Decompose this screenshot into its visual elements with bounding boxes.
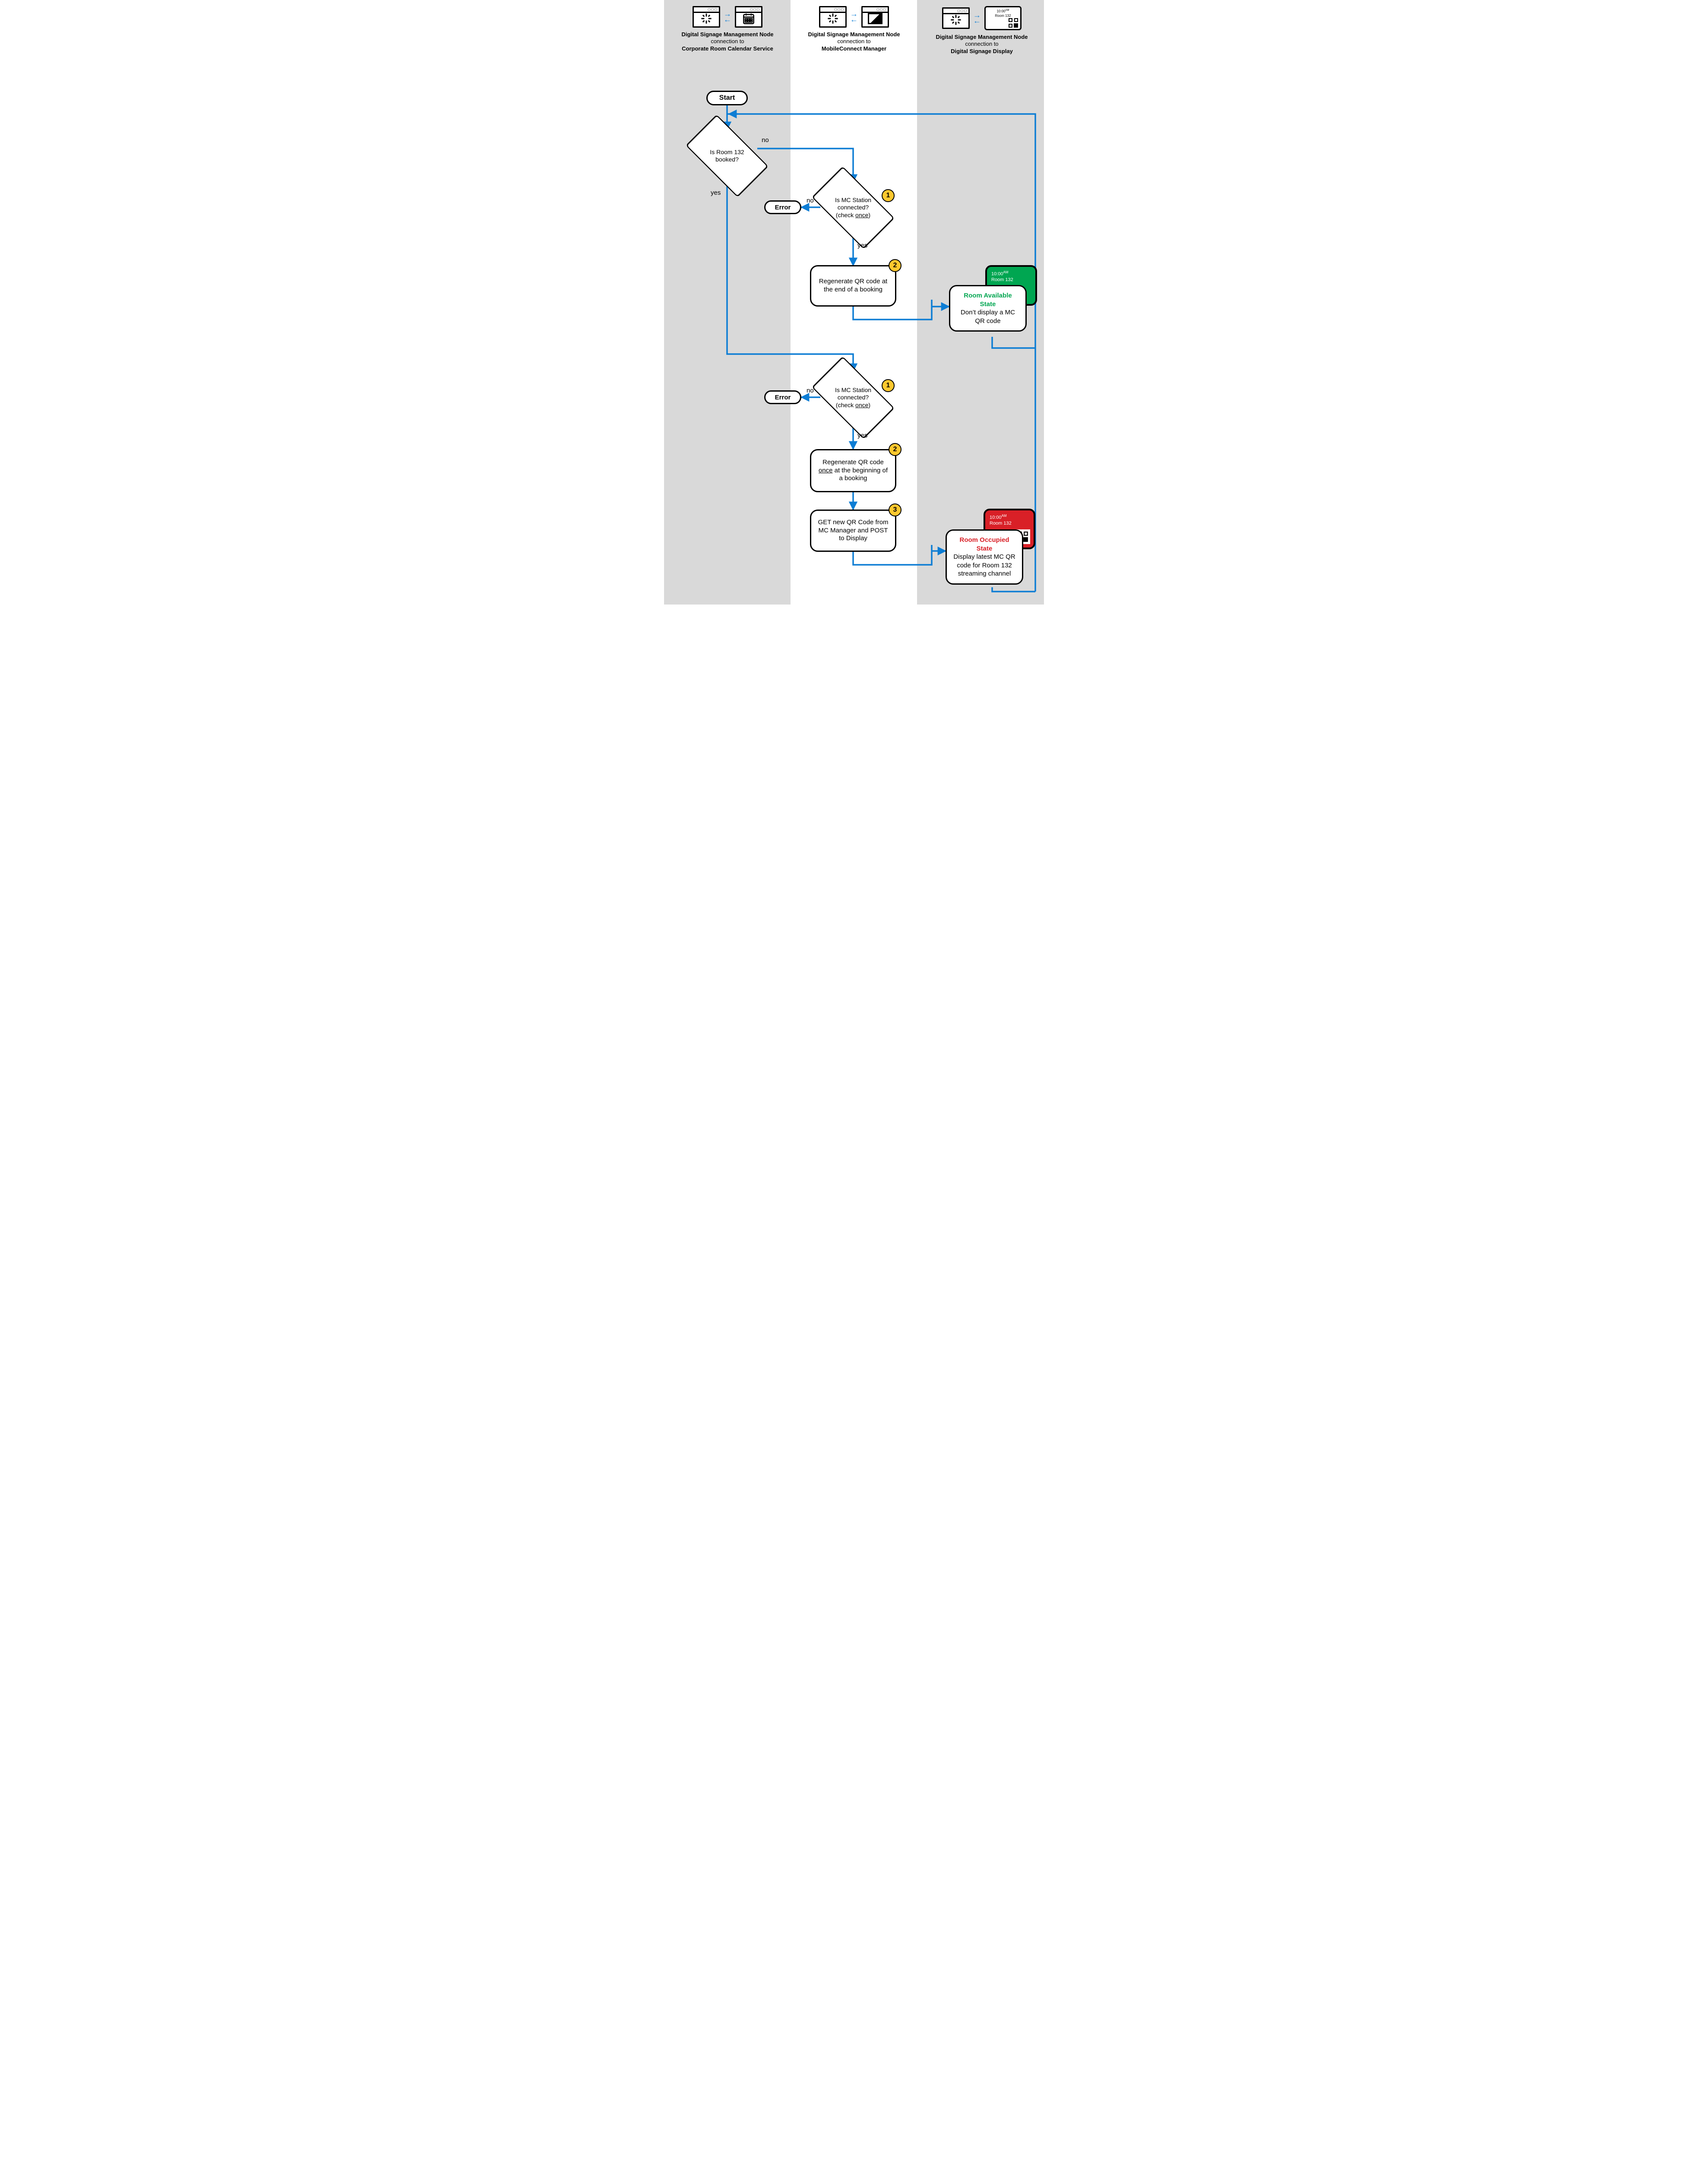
edge-label-no: no [762, 136, 769, 144]
state-card-occupied: Room Occupied State Display latest MC QR… [946, 529, 1023, 585]
decision-mc-connected-2: Is MC Station connected? (check once) [816, 370, 890, 426]
badge-number: 1 [886, 382, 890, 389]
screen-room: Room 132 [991, 277, 1013, 282]
sync-arrows-icon: →← [849, 11, 859, 22]
line-underline: once [855, 402, 868, 408]
terminator-error: Error [764, 200, 801, 214]
line: (check [836, 212, 855, 218]
header-line: connection to [711, 38, 744, 44]
screen-time-suffix: AM [1006, 9, 1009, 12]
edge-label-yes: yes [857, 432, 867, 439]
display-preview-icon: 10:00AM Room 132 [984, 6, 1022, 30]
process-get-post: GET new QR Code from MC Manager and POST… [810, 510, 896, 552]
badge-number: 2 [893, 262, 897, 269]
header-line: connection to [837, 38, 870, 44]
header-line: Digital Signage Management Node [936, 34, 1028, 40]
qr-icon [1008, 18, 1018, 28]
diagram-page: ▢▢▢ →← ▢▢▢ Digital Signage Management No… [664, 0, 1044, 605]
badge-number: 1 [886, 192, 890, 199]
badge-number: 2 [893, 446, 897, 453]
node-icon [949, 13, 963, 26]
screen-time-suffix: AM [1002, 514, 1007, 518]
window-icon: ▢▢▢ [861, 6, 889, 28]
sennheiser-icon [868, 13, 882, 24]
header-caption: Digital Signage Management Node connecti… [930, 34, 1034, 55]
node-icon [826, 12, 840, 25]
header-line: Digital Signage Management Node [808, 31, 900, 38]
decision-mc-connected-1: Is MC Station connected? (check once) [816, 180, 890, 236]
terminator-error: Error [764, 390, 801, 404]
header-line: MobileConnect Manager [822, 45, 886, 52]
state-title: Room Occupied State [953, 536, 1016, 553]
line: (check [836, 402, 855, 408]
state-title: Room Available State [956, 291, 1019, 308]
step-badge-1: 1 [882, 379, 895, 392]
line-underline: once [855, 212, 868, 218]
line: Is MC Station [835, 386, 871, 393]
calendar-icon [741, 12, 756, 25]
state-body: Display latest MC QR code for Room 132 s… [953, 553, 1016, 578]
screen-room: Room 132 [990, 521, 1012, 526]
step-badge-3: 3 [889, 503, 901, 516]
process-regen-begin: Regenerate QR code once at the beginning… [810, 449, 896, 492]
header-caption: Digital Signage Management Node connecti… [679, 31, 776, 52]
window-icon: ▢▢▢ [819, 6, 847, 28]
header-line: Digital Signage Display [951, 48, 1013, 54]
header-line: Digital Signage Management Node [681, 31, 773, 38]
process-text: Regenerate QR code once at the beginning… [817, 459, 889, 483]
terminator-label: Start [719, 94, 735, 102]
window-icon: ▢▢▢ [735, 6, 762, 28]
screen-time: 10:00 [990, 515, 1002, 520]
decision-text: Is MC Station connected? (check once) [816, 180, 890, 236]
line: ) [868, 212, 870, 218]
screen-time: 10:00 [991, 272, 1003, 277]
badge-number: 3 [893, 506, 897, 514]
edge-label-yes: yes [711, 189, 721, 196]
step-badge-2: 2 [889, 259, 901, 272]
header-card-manager: ▢▢▢ →← ▢▢▢ Digital Signage Management No… [805, 6, 903, 52]
state-body: Don’t display a MC QR code [956, 308, 1019, 325]
process-text: Regenerate QR code at the end of a booki… [817, 278, 889, 294]
line: connected? [838, 204, 869, 211]
header-card-display: ▢▢▢ →← 10:00AM Room 132 Digital Signage … [930, 6, 1034, 55]
decision-text: Is MC Station connected? (check once) [816, 370, 890, 426]
line: ) [868, 402, 870, 408]
line: connected? [838, 394, 869, 401]
edge-label-no: no [807, 387, 814, 394]
header-caption: Digital Signage Management Node connecti… [805, 31, 903, 52]
node-icon [699, 12, 714, 25]
process-regen-end: Regenerate QR code at the end of a booki… [810, 265, 896, 307]
header-card-calendar: ▢▢▢ →← ▢▢▢ Digital Signage Management No… [679, 6, 776, 52]
sync-arrows-icon: →← [723, 11, 732, 22]
line: Is MC Station [835, 196, 871, 203]
screen-time-suffix: AM [1003, 270, 1009, 274]
step-badge-1: 1 [882, 189, 895, 202]
decision-room-booked: Is Room 132 booked? [690, 128, 764, 184]
screen-time: 10:00 [996, 9, 1005, 13]
process-text: GET new QR Code from MC Manager and POST… [817, 519, 889, 543]
terminator-start: Start [706, 91, 748, 105]
edge-label-yes: yes [857, 242, 867, 249]
step-badge-2: 2 [889, 443, 901, 456]
window-icon: ▢▢▢ [693, 6, 720, 28]
terminator-label: Error [775, 394, 791, 401]
header-line: Corporate Room Calendar Service [682, 45, 773, 52]
sync-arrows-icon: →← [972, 13, 982, 24]
edge-label-no: no [807, 197, 814, 204]
window-icon: ▢▢▢ [942, 7, 970, 29]
decision-text: Is Room 132 booked? [690, 128, 764, 184]
header-line: connection to [965, 41, 998, 47]
terminator-label: Error [775, 204, 791, 211]
state-card-available: Room Available State Don’t display a MC … [949, 285, 1027, 332]
